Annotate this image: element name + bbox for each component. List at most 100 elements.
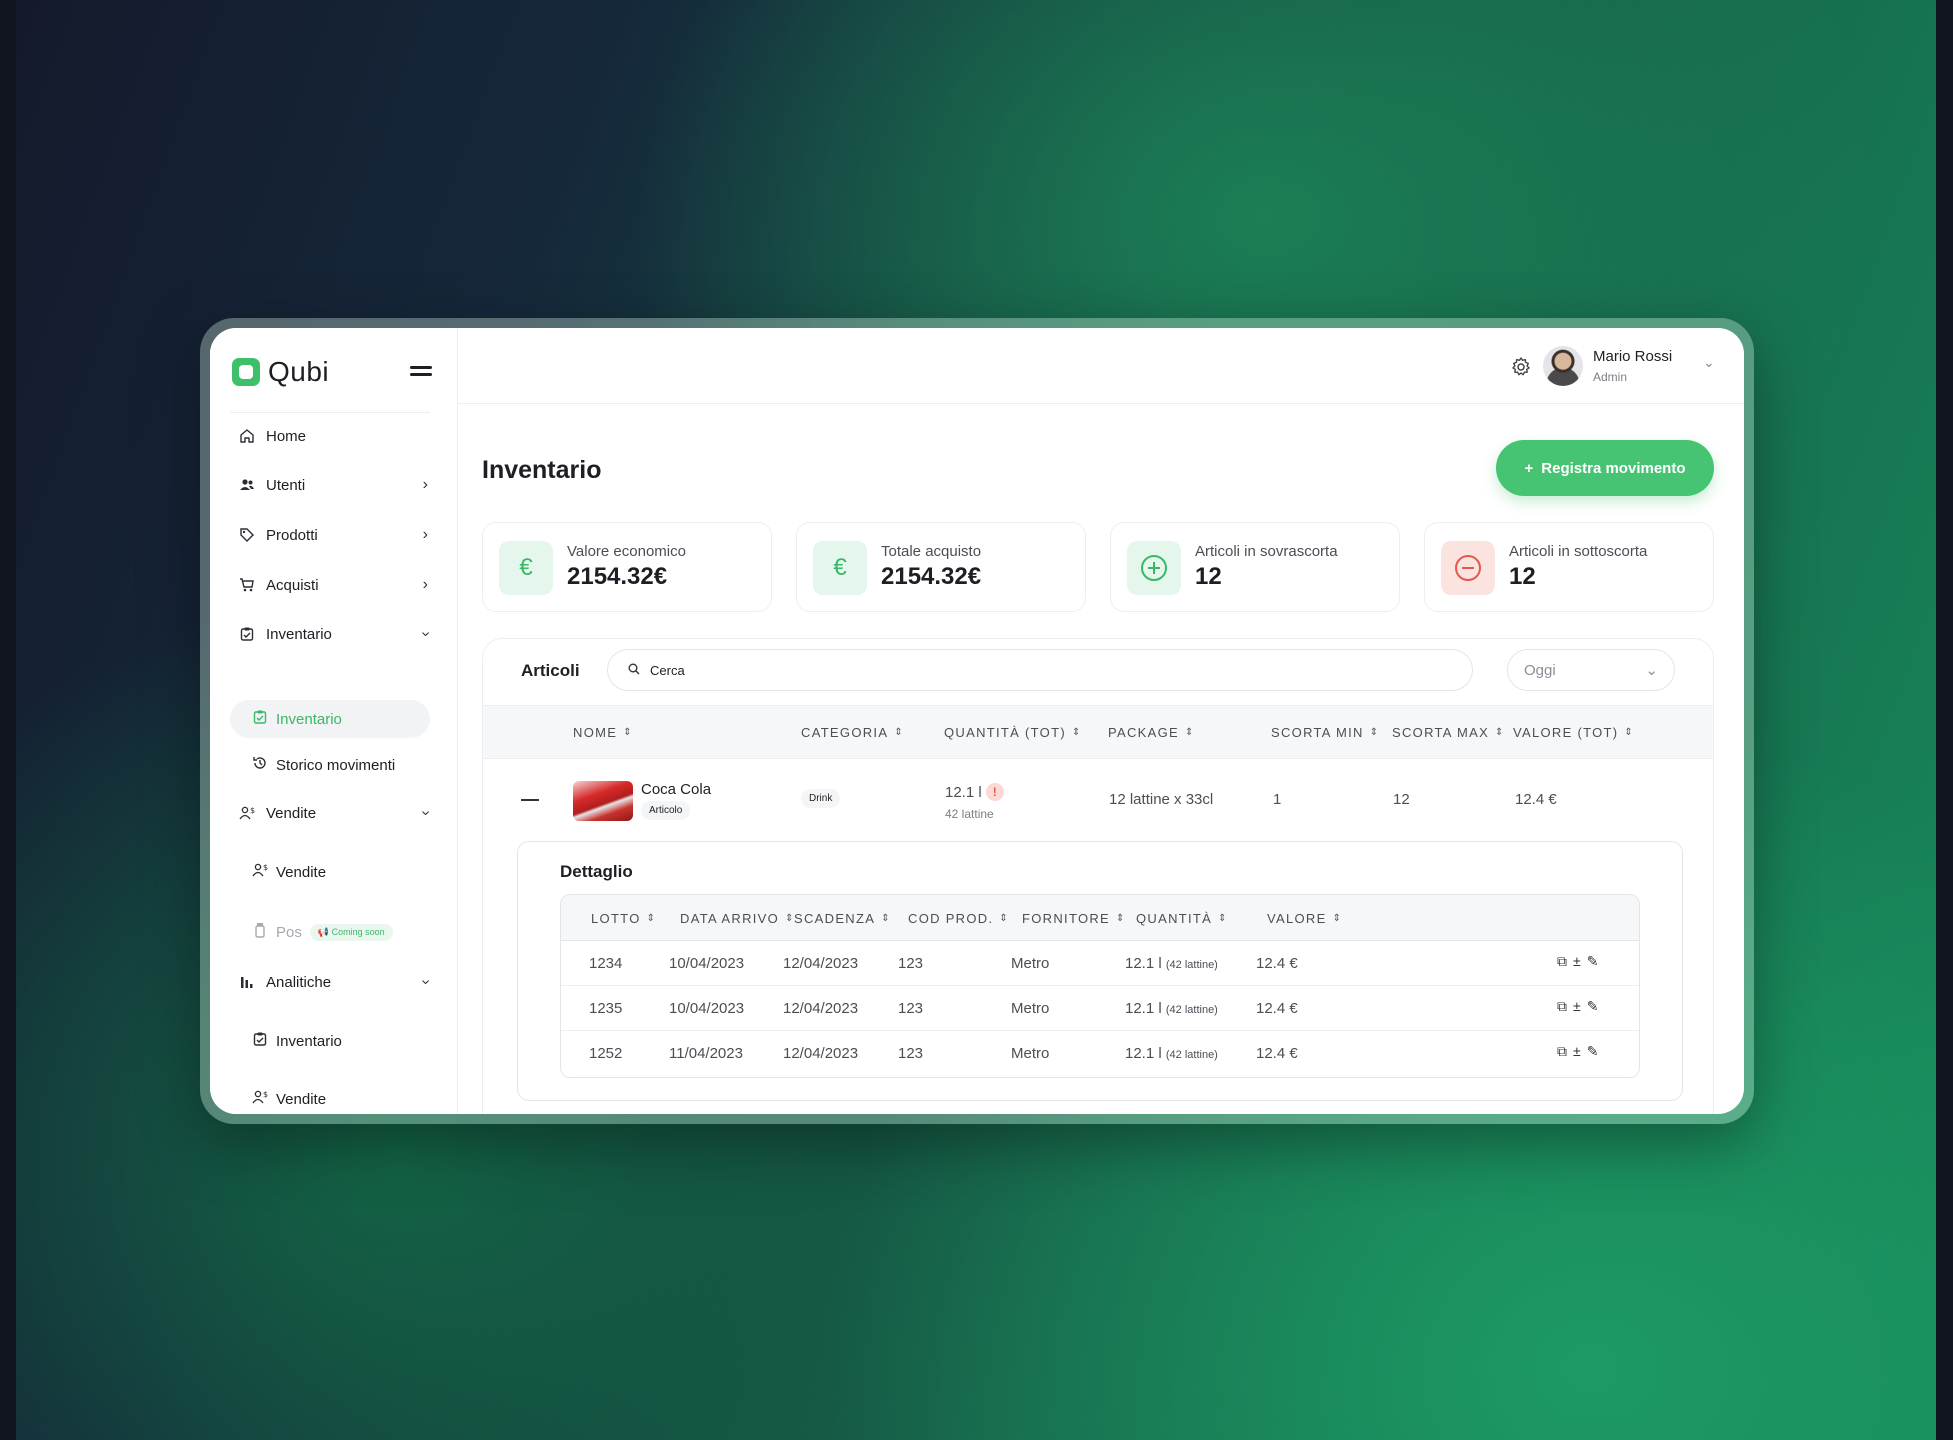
stat-value: 12	[1195, 563, 1222, 590]
sidebar-subitem-analitiche-vendite[interactable]: $ Vendite	[230, 1080, 430, 1114]
cart-icon	[238, 576, 256, 594]
scadenza-cell: 12/04/2023	[783, 1045, 859, 1062]
search-icon	[628, 663, 640, 678]
table-row[interactable]: 1235 10/04/2023 12/04/2023 123 Metro 12.…	[561, 986, 1639, 1031]
row-actions: ⧉ ± ✎	[1557, 998, 1598, 1015]
stat-card-totale: € Totale acquisto 2154.32€	[796, 522, 1086, 612]
column-header[interactable]: SCORTA MIN ⇕	[1271, 725, 1378, 740]
register-movement-button[interactable]: + Registra movimento	[1496, 440, 1714, 496]
open-icon[interactable]: ⧉	[1557, 953, 1567, 970]
quantity-value: 12.1 l	[1125, 1045, 1162, 1062]
column-header[interactable]: QUANTITÀ (TOT) ⇕	[944, 725, 1080, 740]
table-row[interactable]: 1234 10/04/2023 12/04/2023 123 Metro 12.…	[561, 941, 1639, 986]
valore-cell: 12.4 €	[1256, 1045, 1298, 1062]
sidebar-subitem-label: Vendite	[276, 863, 327, 881]
open-icon[interactable]: ⧉	[1557, 1043, 1567, 1060]
plus-minus-icon[interactable]: ±	[1573, 1043, 1581, 1060]
clipboard-icon	[252, 709, 268, 729]
articoli-title: Articoli	[521, 661, 580, 680]
stat-label: Valore economico	[567, 543, 686, 560]
sidebar-subitem-storico[interactable]: Storico movimenti	[230, 746, 430, 784]
users-dollar-icon: $	[252, 862, 268, 882]
logo[interactable]: Qubi	[232, 356, 329, 388]
users-dollar-icon: $	[238, 804, 256, 822]
sidebar-item-label: Utenti	[266, 476, 306, 494]
edit-icon[interactable]: ✎	[1587, 998, 1599, 1015]
clipboard-icon	[238, 625, 256, 643]
user-name: Mario Rossi	[1593, 348, 1673, 365]
column-header[interactable]: PACKAGE ⇕	[1108, 725, 1193, 740]
chevron-right-icon: ›	[422, 526, 428, 543]
sidebar-item-vendite[interactable]: $ Vendite ›	[238, 796, 434, 830]
plus-minus-icon[interactable]: ±	[1573, 998, 1581, 1015]
coming-soon-badge: 📢 Coming soon	[309, 923, 393, 941]
chevron-down-icon[interactable]: ⌄	[1703, 354, 1715, 371]
logo-icon	[232, 358, 260, 386]
column-label: SCORTA MAX	[1392, 725, 1490, 740]
column-label: VALORE	[1267, 911, 1327, 926]
sidebar-subitem-pos[interactable]: Pos 📢 Coming soon	[230, 913, 430, 951]
valore-cell: 12.4 €	[1256, 1000, 1298, 1017]
fornitore-cell: Metro	[1011, 1045, 1050, 1062]
column-header[interactable]: LOTTO ⇕	[591, 911, 655, 926]
column-header[interactable]: COD PROD. ⇕	[908, 911, 1008, 926]
quantita-cell: 12.1 l (42 lattine)	[1125, 955, 1218, 972]
column-header[interactable]: NOME ⇕	[573, 725, 632, 740]
product-image	[573, 781, 633, 821]
svg-text:$: $	[263, 863, 268, 872]
column-header[interactable]: DATA ARRIVO ⇕	[680, 911, 793, 926]
sidebar-item-home[interactable]: Home	[238, 419, 428, 453]
chevron-down-icon: ›	[417, 810, 435, 816]
plus-minus-icon[interactable]: ±	[1573, 953, 1581, 970]
quantita-cell: 12.1 l (42 lattine)	[1125, 1000, 1218, 1017]
gear-icon[interactable]	[1510, 356, 1532, 378]
articoli-panel: Articoli Cerca Oggi ⌄ NOME ⇕ CATEGORIA ⇕ Q…	[482, 638, 1714, 1114]
users-dollar-icon: $	[252, 1089, 268, 1109]
sidebar-item-acquisti[interactable]: Acquisti ›	[238, 568, 428, 602]
column-label: SCORTA MIN	[1271, 725, 1364, 740]
period-select[interactable]: Oggi ⌄	[1507, 649, 1675, 691]
sidebar-divider	[230, 412, 430, 413]
stat-label: Articoli in sovrascorta	[1195, 543, 1338, 560]
sidebar-subitem-inventario[interactable]: Inventario	[230, 700, 430, 738]
fornitore-cell: Metro	[1011, 1000, 1050, 1017]
quantity-cell: 12.1 l !	[945, 783, 1004, 801]
valore-cell: 12.4 €	[1256, 955, 1298, 972]
table-row[interactable]: 1252 11/04/2023 12/04/2023 123 Metro 12.…	[561, 1031, 1639, 1076]
column-header[interactable]: SCORTA MAX ⇕	[1392, 725, 1503, 740]
cod-cell: 123	[898, 1045, 924, 1062]
search-input[interactable]: Cerca	[607, 649, 1473, 691]
open-icon[interactable]: ⧉	[1557, 998, 1567, 1015]
column-header[interactable]: VALORE (TOT) ⇕	[1513, 725, 1633, 740]
articoli-table-header: NOME ⇕ CATEGORIA ⇕ QUANTITÀ (TOT) ⇕ PACKAGE…	[483, 705, 1713, 759]
avatar[interactable]	[1543, 346, 1583, 386]
menu-toggle-icon[interactable]	[410, 364, 432, 378]
sidebar-item-utenti[interactable]: Utenti ›	[238, 468, 428, 502]
chevron-down-icon: ⌄	[1645, 662, 1658, 679]
collapse-icon[interactable]	[521, 799, 539, 801]
sidebar-item-analitiche[interactable]: Analitiche ›	[238, 965, 434, 999]
sidebar-item-prodotti[interactable]: Prodotti ›	[238, 518, 428, 552]
column-header[interactable]: CATEGORIA ⇕	[801, 725, 903, 740]
edit-icon[interactable]: ✎	[1587, 953, 1599, 970]
sidebar-item-inventario[interactable]: Inventario ›	[238, 617, 434, 651]
sort-icon: ⇕	[623, 727, 632, 738]
clipboard-icon	[252, 1031, 268, 1051]
quantity-sub: (42 lattine)	[1165, 1049, 1218, 1061]
stat-card-sottoscorta: Articoli in sottoscorta 12	[1424, 522, 1714, 612]
column-header[interactable]: VALORE ⇕	[1267, 911, 1341, 926]
column-header[interactable]: FORNITORE ⇕	[1022, 911, 1124, 926]
edit-icon[interactable]: ✎	[1587, 1043, 1599, 1060]
column-header[interactable]: SCADENZA ⇕	[794, 911, 890, 926]
svg-text:$: $	[263, 1090, 268, 1099]
product-name: Coca Cola	[641, 781, 712, 798]
app-window: Qubi Home Utenti › Prodotti › Acquisti ›…	[210, 328, 1744, 1114]
lotto-cell: 1252	[589, 1045, 623, 1062]
stat-label: Totale acquisto	[881, 543, 982, 560]
table-row[interactable]: Coca Cola Articolo Drink 12.1 l ! 42 lat…	[483, 759, 1713, 845]
sidebar-subitem-analitiche-inventario[interactable]: Inventario	[230, 1022, 430, 1060]
column-label: QUANTITÀ (TOT)	[944, 725, 1066, 740]
column-label: SCADENZA	[794, 911, 876, 926]
column-header[interactable]: QUANTITÀ ⇕	[1136, 911, 1227, 926]
sidebar-subitem-vendite[interactable]: $ Vendite	[230, 853, 430, 891]
